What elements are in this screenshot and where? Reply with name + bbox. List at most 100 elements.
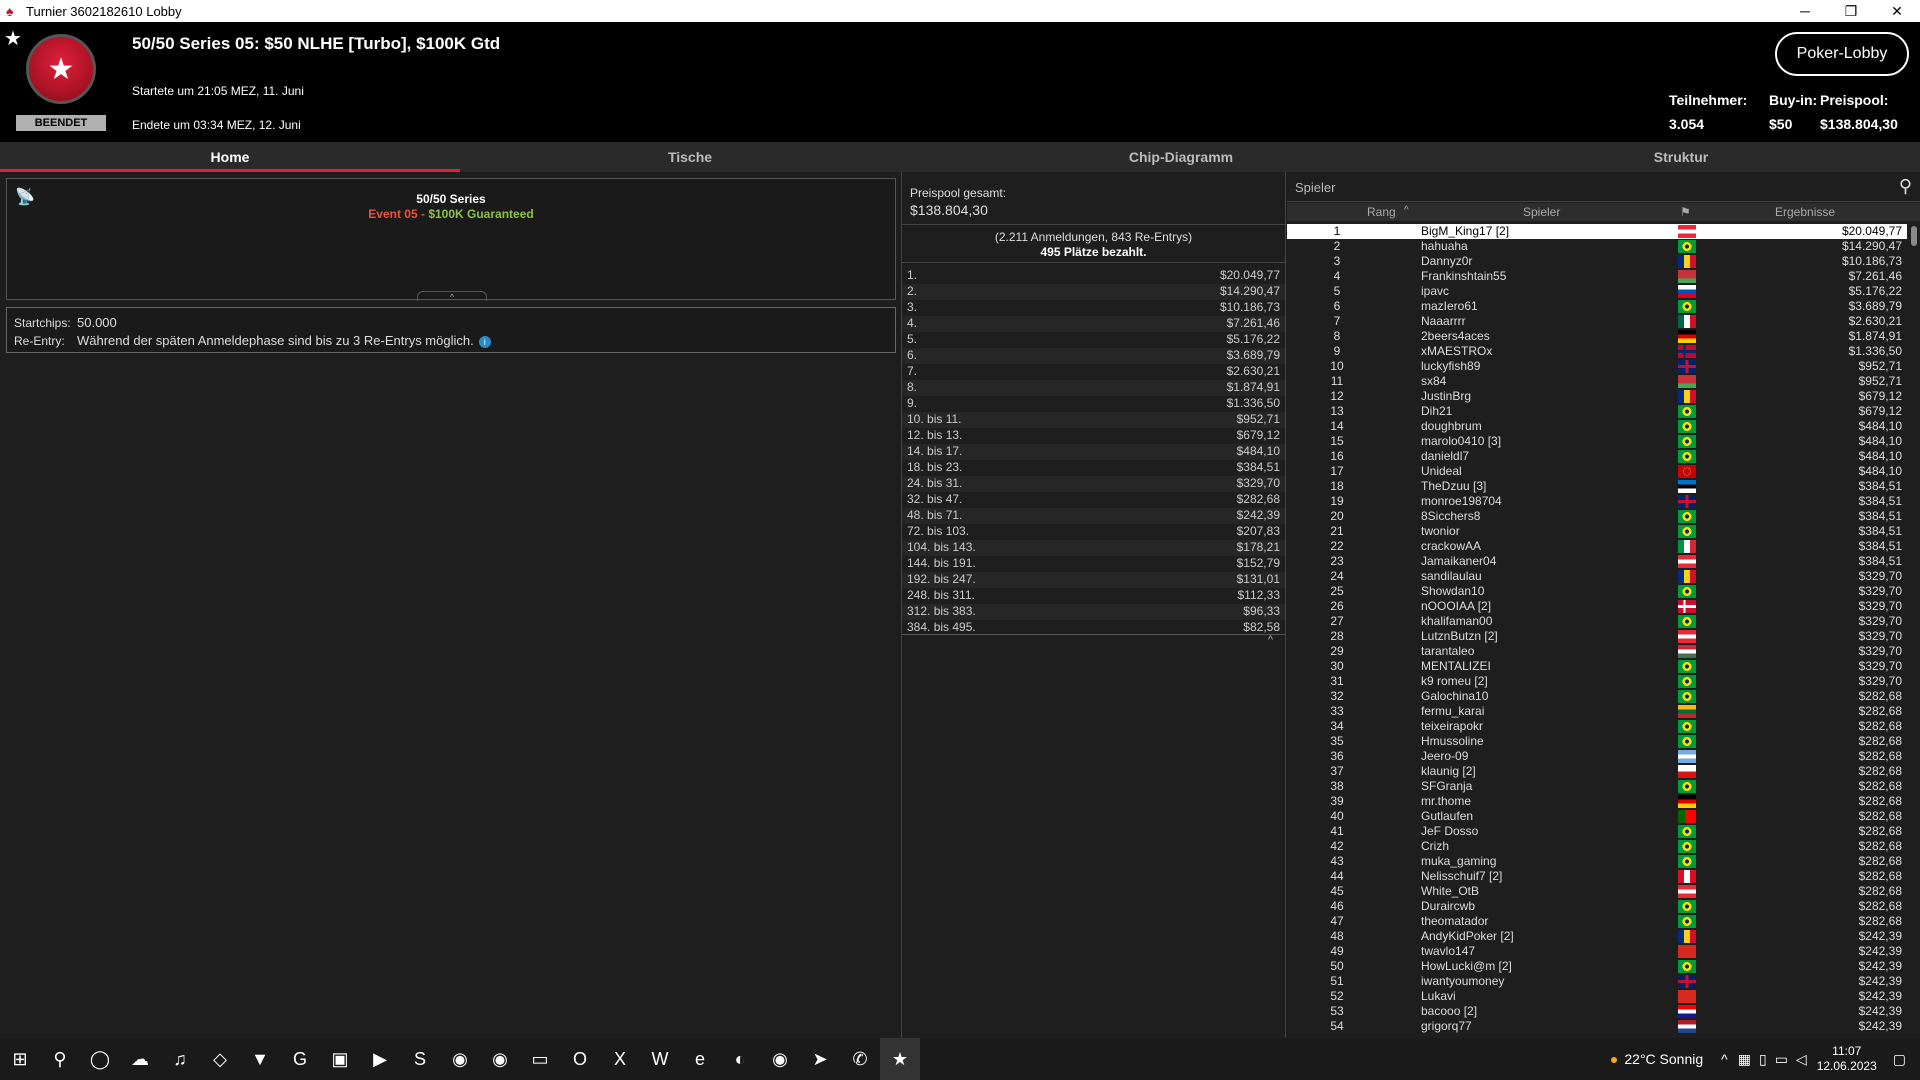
telegram-icon[interactable]: ➤ xyxy=(800,1038,840,1080)
scrollbar[interactable] xyxy=(1910,224,1918,1034)
player-header[interactable]: Spieler xyxy=(1523,205,1560,219)
table-row[interactable]: 21 twonior $384,51 xyxy=(1287,524,1907,539)
tab-structure[interactable]: Struktur xyxy=(1442,142,1920,172)
player-name[interactable]: fermu_karai xyxy=(1421,704,1484,718)
player-name[interactable]: klaunig [2] xyxy=(1421,764,1476,778)
table-row[interactable]: 32 Galochina10 $282,68 xyxy=(1287,689,1907,704)
player-name[interactable]: mr.thome xyxy=(1421,794,1471,808)
player-name[interactable]: nOOOIAA [2] xyxy=(1421,599,1491,613)
player-name[interactable]: Crizh xyxy=(1421,839,1449,853)
player-name[interactable]: teixeirapokr xyxy=(1421,719,1483,733)
player-name[interactable]: Dannyz0r xyxy=(1421,254,1472,268)
chrome-icon[interactable]: ◉ xyxy=(440,1038,480,1080)
player-name[interactable]: iwantyoumoney xyxy=(1421,974,1504,988)
table-row[interactable]: 49 twavlo147 $242,39 xyxy=(1287,944,1907,959)
onedrive-icon[interactable]: ☁ xyxy=(120,1038,160,1080)
table-row[interactable]: 35 Hmussoline $282,68 xyxy=(1287,734,1907,749)
table-row[interactable]: 24 sandilaulau $329,70 xyxy=(1287,569,1907,584)
player-name[interactable]: White_OtB xyxy=(1421,884,1479,898)
table-row[interactable]: 40 Gutlaufen $282,68 xyxy=(1287,809,1907,824)
player-name[interactable]: Duraircwb xyxy=(1421,899,1475,913)
table-row[interactable]: 14 doughbrum $484,10 xyxy=(1287,419,1907,434)
table-row[interactable]: 13 Dih21 $679,12 xyxy=(1287,404,1907,419)
tab-chip-chart[interactable]: Chip-Diagramm xyxy=(920,142,1442,172)
player-name[interactable]: Hmussoline xyxy=(1421,734,1484,748)
restore-button[interactable]: ❐ xyxy=(1828,0,1874,22)
player-name[interactable]: doughbrum xyxy=(1421,419,1482,433)
table-row[interactable]: 51 iwantyoumoney $242,39 xyxy=(1287,974,1907,989)
info-icon[interactable]: i xyxy=(478,336,491,348)
table-row[interactable]: 27 khalifaman00 $329,70 xyxy=(1287,614,1907,629)
player-name[interactable]: crackowAA xyxy=(1421,539,1481,553)
player-name[interactable]: LutznButzn [2] xyxy=(1421,629,1498,643)
player-name[interactable]: Dih21 xyxy=(1421,404,1452,418)
player-name[interactable]: khalifaman00 xyxy=(1421,614,1492,628)
network-icon[interactable]: ▦ xyxy=(1738,1051,1751,1068)
favorite-star-icon[interactable]: ★ xyxy=(4,26,22,51)
table-row[interactable]: 46 Duraircwb $282,68 xyxy=(1287,899,1907,914)
windows-start-icon[interactable]: ⊞ xyxy=(0,1038,40,1080)
table-row[interactable]: 12 JustinBrg $679,12 xyxy=(1287,389,1907,404)
player-name[interactable]: twavlo147 xyxy=(1421,944,1475,958)
player-name[interactable]: grigorq77 xyxy=(1421,1019,1472,1033)
table-row[interactable]: 38 SFGranja $282,68 xyxy=(1287,779,1907,794)
player-search[interactable]: Spieler ⚲ xyxy=(1287,172,1920,202)
table-row[interactable]: 50 HowLucki@m [2] $242,39 xyxy=(1287,959,1907,974)
battery-icon[interactable]: ▯ xyxy=(1759,1051,1767,1068)
notifications-icon[interactable]: ▢ xyxy=(1893,1051,1906,1068)
player-name[interactable]: mazIero61 xyxy=(1421,299,1478,313)
result-header[interactable]: Ergebnisse xyxy=(1775,205,1835,219)
pokerstars-taskbar-icon[interactable]: ★ xyxy=(880,1038,920,1080)
table-row[interactable]: 54 grigorq77 $242,39 xyxy=(1287,1019,1907,1034)
table-row[interactable]: 30 MENTALIZEI $329,70 xyxy=(1287,659,1907,674)
player-name[interactable]: JeF Dosso xyxy=(1421,824,1478,838)
player-name[interactable]: JustinBrg xyxy=(1421,389,1471,403)
player-name[interactable]: Gutlaufen xyxy=(1421,809,1473,823)
collapse-chevron-icon[interactable]: ^ xyxy=(1268,634,1273,646)
player-name[interactable]: Jamaikaner04 xyxy=(1421,554,1496,568)
table-row[interactable]: 41 JeF Dosso $282,68 xyxy=(1287,824,1907,839)
player-name[interactable]: sandilaulau xyxy=(1421,569,1482,583)
weather-text[interactable]: 22°C Sonnig xyxy=(1624,1051,1703,1067)
clock[interactable]: 11:07 12.06.2023 xyxy=(1817,1044,1877,1074)
table-row[interactable]: 36 Jeero-09 $282,68 xyxy=(1287,749,1907,764)
table-row[interactable]: 2 hahuaha $14.290,47 xyxy=(1287,239,1907,254)
table-row[interactable]: 11 sx84 $952,71 xyxy=(1287,374,1907,389)
file-explorer-icon[interactable]: ▭ xyxy=(520,1038,560,1080)
player-name[interactable]: Galochina10 xyxy=(1421,689,1488,703)
table-row[interactable]: 22 crackowAA $384,51 xyxy=(1287,539,1907,554)
player-name[interactable]: Lukavi xyxy=(1421,989,1456,1003)
table-row[interactable]: 52 Lukavi $242,39 xyxy=(1287,989,1907,1004)
player-name[interactable]: muka_gaming xyxy=(1421,854,1496,868)
table-row[interactable]: 33 fermu_karai $282,68 xyxy=(1287,704,1907,719)
player-name[interactable]: TheDzuu [3] xyxy=(1421,479,1486,493)
player-name[interactable]: MENTALIZEI xyxy=(1421,659,1491,673)
player-name[interactable]: tarantaleo xyxy=(1421,644,1474,658)
table-row[interactable]: 47 theomatador $282,68 xyxy=(1287,914,1907,929)
table-row[interactable]: 29 tarantaleo $329,70 xyxy=(1287,644,1907,659)
player-name[interactable]: marolo0410 [3] xyxy=(1421,434,1501,448)
table-row[interactable]: 45 White_OtB $282,68 xyxy=(1287,884,1907,899)
player-name[interactable]: Naaarrrr xyxy=(1421,314,1466,328)
table-row[interactable]: 9 xMAESTROx $1.336,50 xyxy=(1287,344,1907,359)
whatsapp-icon[interactable]: ✆ xyxy=(840,1038,880,1080)
poker-lobby-button[interactable]: Poker-Lobby xyxy=(1775,32,1909,76)
player-name[interactable]: hahuaha xyxy=(1421,239,1468,253)
table-row[interactable]: 37 klaunig [2] $282,68 xyxy=(1287,764,1907,779)
table-row[interactable]: 1 BigM_King17 [2] $20.049,77 xyxy=(1287,224,1907,239)
itunes-icon[interactable]: ♫ xyxy=(160,1038,200,1080)
prime-video-icon[interactable]: ▶ xyxy=(360,1038,400,1080)
table-row[interactable]: 10 luckyfish89 $952,71 xyxy=(1287,359,1907,374)
table-row[interactable]: 3 Dannyz0r $10.186,73 xyxy=(1287,254,1907,269)
player-name[interactable]: twonior xyxy=(1421,524,1460,538)
player-name[interactable]: BigM_King17 [2] xyxy=(1421,224,1509,238)
mcafee-icon[interactable]: ▼ xyxy=(240,1038,280,1080)
chrome-profile-icon[interactable]: ◉ xyxy=(480,1038,520,1080)
player-name[interactable]: Showdan10 xyxy=(1421,584,1484,598)
player-name[interactable]: Jeero-09 xyxy=(1421,749,1468,763)
tab-tables[interactable]: Tische xyxy=(460,142,920,172)
table-row[interactable]: 20 8Sicchers8 $384,51 xyxy=(1287,509,1907,524)
table-row[interactable]: 15 marolo0410 [3] $484,10 xyxy=(1287,434,1907,449)
player-name[interactable]: sx84 xyxy=(1421,374,1446,388)
player-name[interactable]: danieldl7 xyxy=(1421,449,1469,463)
